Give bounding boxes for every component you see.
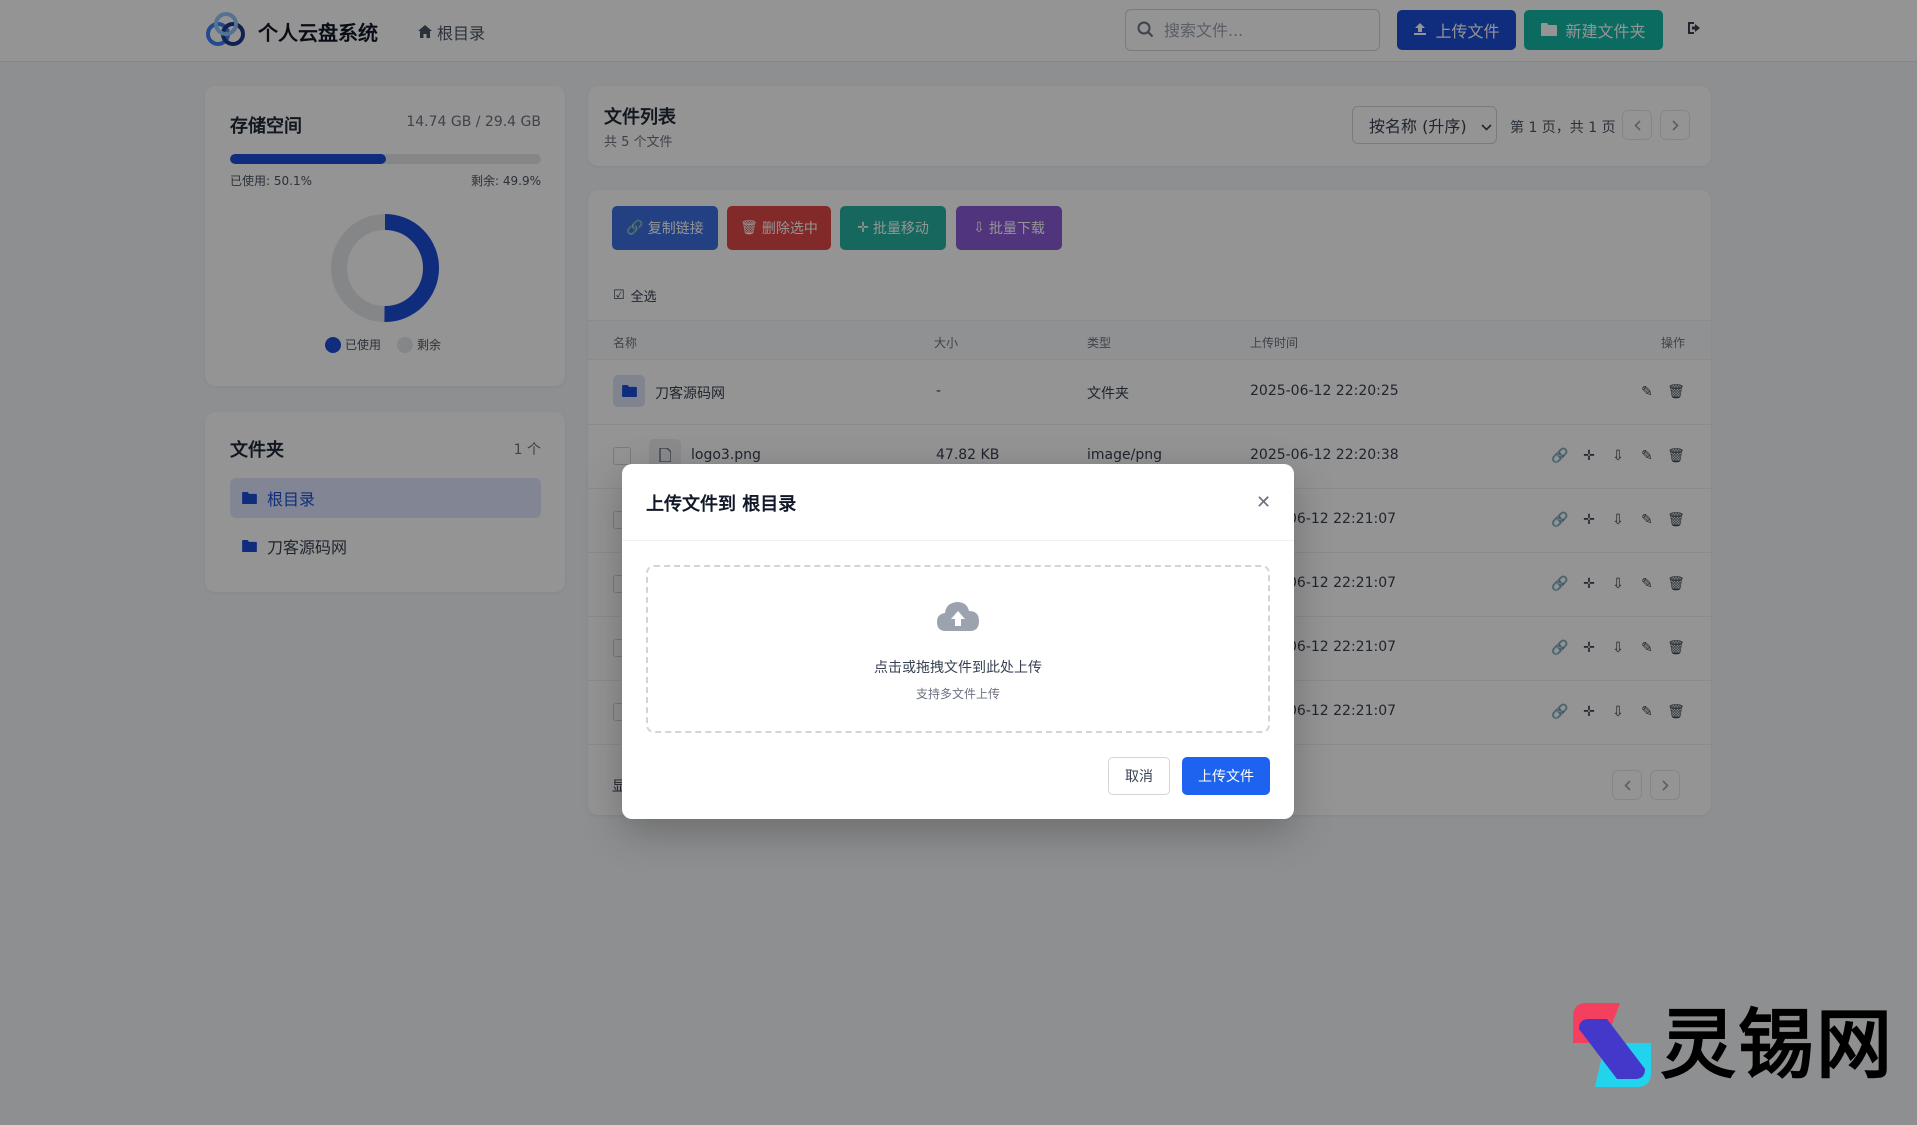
upload-dropzone[interactable]: 点击或拖拽文件到此处上传 支持多文件上传 (646, 565, 1270, 733)
watermark-text: 灵锡网 (1660, 1000, 1894, 1089)
modal-divider (622, 540, 1294, 541)
watermark-logo-icon (1573, 1003, 1651, 1087)
close-icon[interactable]: ✕ (1256, 492, 1271, 513)
watermark: 灵锡网 (1565, 995, 1895, 1095)
upload-modal: 上传文件到 根目录 ✕ 点击或拖拽文件到此处上传 支持多文件上传 取消 上传文件 (622, 464, 1294, 819)
dropzone-subtext: 支持多文件上传 (915, 687, 1000, 701)
cancel-button[interactable]: 取消 (1108, 757, 1170, 795)
dropzone-text: 点击或拖拽文件到此处上传 (874, 660, 1042, 676)
confirm-upload-button[interactable]: 上传文件 (1182, 757, 1270, 795)
modal-title: 上传文件到 根目录 (646, 494, 797, 515)
cloud-upload-icon (936, 599, 980, 637)
